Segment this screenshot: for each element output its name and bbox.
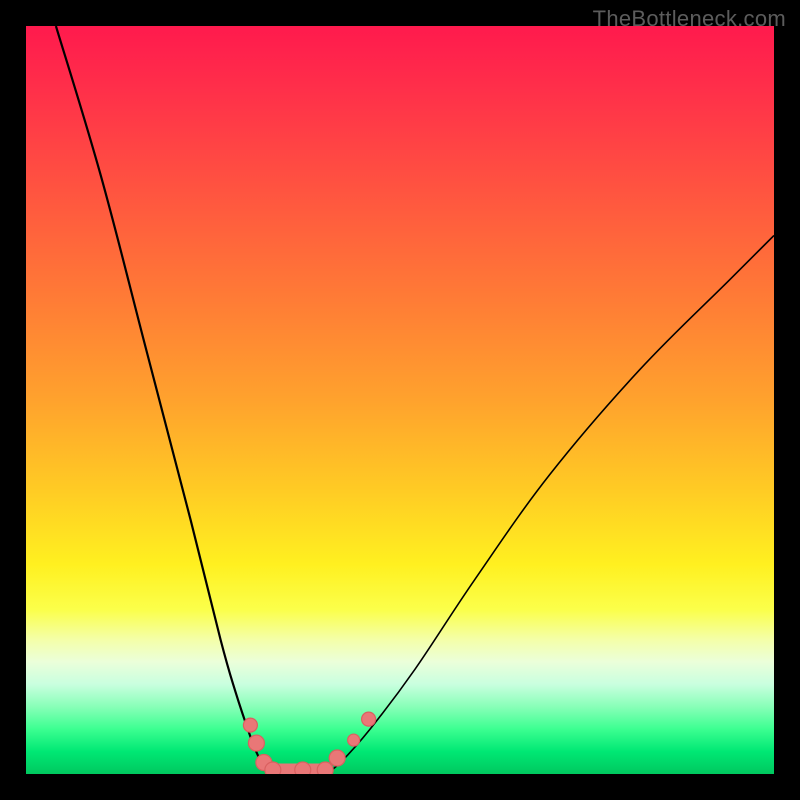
data-marker [265, 762, 281, 774]
data-marker [295, 762, 311, 774]
watermark-text: TheBottleneck.com [593, 6, 786, 32]
chart-frame: TheBottleneck.com [0, 0, 800, 800]
chart-svg [26, 26, 774, 774]
data-marker [348, 734, 360, 746]
left-curve [56, 26, 273, 774]
marker-group [243, 712, 375, 774]
data-marker [329, 750, 345, 766]
data-marker [362, 712, 376, 726]
data-marker [248, 735, 264, 751]
chart-plot-area [26, 26, 774, 774]
right-curve [325, 235, 774, 774]
data-marker [243, 718, 257, 732]
